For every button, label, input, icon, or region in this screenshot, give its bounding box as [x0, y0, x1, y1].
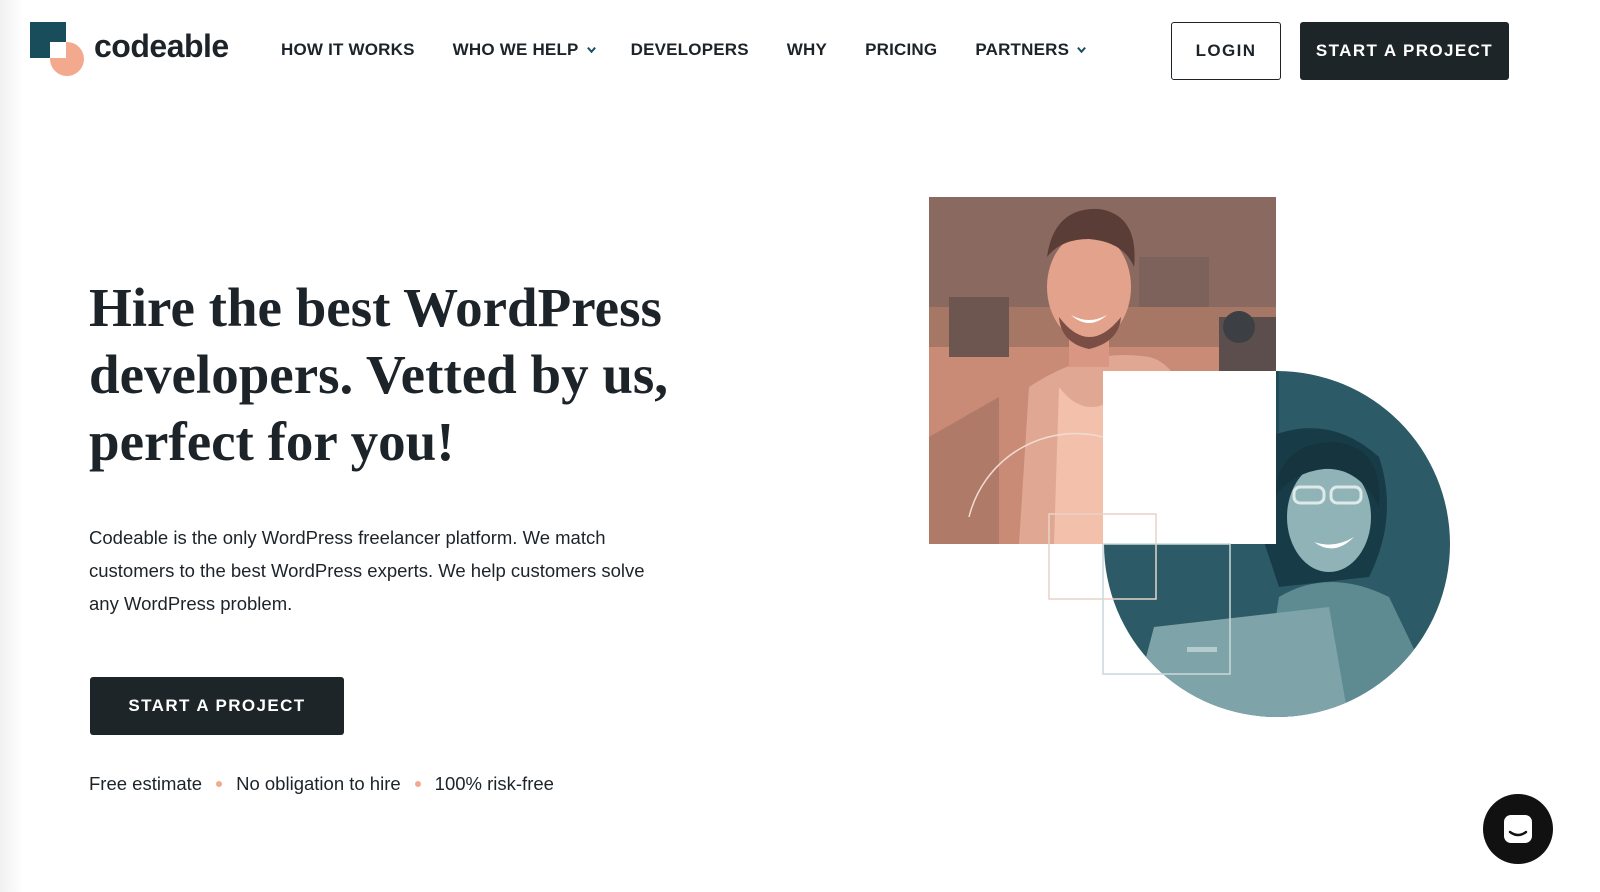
page-edge-shade [0, 0, 24, 892]
chevron-down-icon [1077, 46, 1087, 53]
nav-item-partners[interactable]: PARTNERS [975, 40, 1087, 60]
hero-description: Codeable is the only WordPress freelance… [89, 527, 645, 614]
nav-item-label: WHO WE HELP [452, 40, 579, 59]
logo-mark-icon [30, 22, 86, 78]
nav-item-how-it-works[interactable]: HOW IT WORKS [281, 40, 415, 60]
chat-launcher-button[interactable] [1483, 794, 1553, 864]
hero-perks: Free estimate No obligation to hire 100%… [89, 773, 554, 795]
nav-item-label: PARTNERS [975, 40, 1070, 59]
bullet-dot-icon [414, 781, 421, 787]
hero-title: Hire the best WordPress developers. Vett… [89, 277, 669, 472]
main-nav: HOW IT WORKS WHO WE HELP DEVELOPERS WHY … [281, 40, 1087, 60]
chat-icon [1504, 815, 1532, 843]
chevron-down-icon [586, 46, 596, 53]
logo-wordmark: codeable [94, 28, 229, 64]
hero-illustration [929, 197, 1450, 717]
bullet-dot-icon [216, 781, 223, 787]
perk-risk-free: 100% risk-free [434, 773, 554, 794]
overlap-white-square [1103, 371, 1276, 544]
nav-item-developers[interactable]: DEVELOPERS [631, 40, 749, 60]
nav-item-why[interactable]: WHY [787, 40, 827, 60]
nav-item-who-we-help[interactable]: WHO WE HELP [453, 40, 597, 60]
header-start-project-button[interactable]: START A PROJECT [1300, 22, 1509, 80]
brand-logo[interactable]: codeable [30, 22, 229, 78]
perk-no-obligation: No obligation to hire [236, 773, 401, 794]
nav-item-pricing[interactable]: PRICING [865, 40, 937, 60]
nav-item-label: DEVELOPERS [630, 40, 749, 59]
nav-item-label: HOW IT WORKS [281, 40, 415, 59]
login-button[interactable]: LOGIN [1171, 22, 1281, 80]
perk-free-estimate: Free estimate [89, 773, 203, 794]
hero-start-project-button[interactable]: START A PROJECT [90, 677, 344, 735]
nav-item-label: WHY [786, 40, 828, 59]
nav-item-label: PRICING [865, 40, 938, 59]
